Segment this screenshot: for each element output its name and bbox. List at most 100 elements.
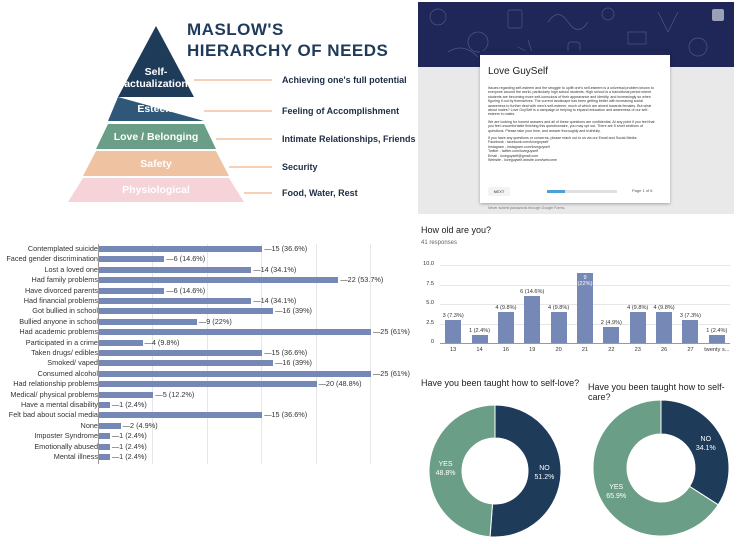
bar-category-label: Had relationship problems bbox=[13, 379, 98, 389]
bar bbox=[99, 360, 274, 367]
age-bar-chart: 0 2.5 5.0 7.5 10.0 3 (7.3%) 13 1 (2.4%) 14 4 (9.8… bbox=[420, 255, 737, 365]
bar bbox=[99, 443, 110, 450]
x-tick-label: 21 bbox=[581, 347, 589, 353]
bar-value-label: 6 (14.6%) bbox=[520, 289, 545, 296]
bar bbox=[99, 298, 252, 304]
bar-value-label: —15 (36.6%) bbox=[264, 410, 308, 420]
form-footer: Never submit passwords through Google Fo… bbox=[488, 206, 566, 210]
bar-value-label: 3 (7.3%) bbox=[679, 312, 702, 319]
bar-category-label: Consumed alcohol bbox=[37, 368, 98, 378]
bar-category-label: Got bullied in school bbox=[32, 306, 98, 316]
bar bbox=[99, 422, 121, 429]
need-esteem: Feeling of Accomplishment bbox=[282, 106, 400, 116]
bar-category-label: Have a mental disability bbox=[20, 400, 98, 409]
bar-category-label: Contemplated suicide bbox=[27, 244, 98, 253]
age-question-title: How old are you? bbox=[421, 225, 492, 235]
bar-value-label: —15 (36.6%) bbox=[264, 244, 308, 253]
donut-slice-label: YES 48.8% bbox=[435, 461, 456, 478]
donut-svg bbox=[592, 399, 730, 537]
description-paragraph: Issues regarding self-esteem and the str… bbox=[488, 86, 654, 117]
x-tick-label: 16 bbox=[502, 347, 510, 353]
x-tick-label: 19 bbox=[529, 347, 536, 353]
bar bbox=[99, 454, 110, 460]
bar bbox=[99, 287, 165, 294]
bar-value-label: —1 (2.4%) bbox=[111, 400, 147, 409]
bar-value-label: —14 (34.1%) bbox=[253, 296, 297, 305]
bar bbox=[99, 412, 263, 419]
bar-value-label: —22 (53.7%) bbox=[340, 275, 384, 285]
bar-value-label: 2 (4.9%) bbox=[600, 320, 622, 327]
bar-category-label: Had academic problems bbox=[19, 327, 98, 337]
bar-category-label: Smoked/ vaped bbox=[47, 358, 98, 368]
bar bbox=[99, 277, 339, 284]
y-tick-label: 2.5 bbox=[426, 319, 434, 326]
form-title: Love GuySelf bbox=[488, 66, 549, 77]
bar bbox=[99, 433, 110, 440]
bar-value-label: —15 (36.6%) bbox=[264, 348, 308, 357]
need-love-belonging: Intimate Relationships, Friends bbox=[282, 134, 416, 144]
y-tick-label: 7.5 bbox=[426, 280, 434, 287]
bar-category-label: Faced gender discrimination bbox=[6, 254, 98, 264]
maslow-title-line2: HIERARCHY OF NEEDS bbox=[187, 41, 389, 60]
need-self-actualization: Achieving one's full potential bbox=[282, 75, 407, 85]
bar bbox=[99, 256, 165, 263]
bar-value-label: 9 (22%) bbox=[577, 274, 593, 287]
form-card: Love GuySelf Issues regarding self-estee… bbox=[480, 51, 670, 203]
bar-category-label: Had family problems bbox=[31, 275, 98, 285]
bar-category-label: Imposter Syndrome bbox=[34, 431, 98, 441]
bar bbox=[99, 308, 274, 315]
selflove-donut-chart: NO 51.2% YES 48.8% bbox=[420, 395, 570, 544]
bar bbox=[497, 311, 514, 343]
maslow-title-line1: MASLOW'S bbox=[187, 20, 284, 39]
bar-category-label: Bullied anyone in school bbox=[19, 316, 98, 326]
bar-value-label: —25 (61%) bbox=[373, 327, 410, 337]
experiences-bar-chart: Contemplated suicide —15 (36.6%) Faced gen… bbox=[0, 238, 414, 544]
bar bbox=[99, 266, 252, 273]
next-button[interactable]: NEXT bbox=[488, 187, 510, 196]
x-tick-label: twenty s... bbox=[704, 347, 730, 353]
progress-fill bbox=[547, 190, 565, 193]
bar-value-label: —2 (4.9%) bbox=[122, 420, 158, 430]
level-label-line: Self- bbox=[144, 66, 168, 78]
contact-line[interactable]: Website - loveguyself.wixsite.com/welcom… bbox=[488, 158, 658, 162]
x-tick-label: 20 bbox=[555, 347, 562, 353]
form-description: Issues regarding self-esteem and the str… bbox=[488, 86, 658, 163]
grid-line bbox=[440, 343, 730, 344]
bar-value-label: —16 (39%) bbox=[275, 358, 312, 368]
bar-value-label: —4 (9.8%) bbox=[144, 337, 180, 347]
customize-theme-icon[interactable] bbox=[712, 9, 724, 21]
need-physiological: Food, Water, Rest bbox=[282, 188, 358, 198]
level-label-safety: Safety bbox=[140, 158, 172, 170]
card-accent-bar bbox=[480, 51, 670, 55]
bar-category-label: Medical/ physical problems bbox=[10, 389, 98, 399]
bar-category-label: Lost a loved one bbox=[44, 264, 98, 274]
level-label-esteem: Esteem bbox=[137, 103, 175, 115]
bar bbox=[99, 246, 263, 252]
progress-track bbox=[547, 190, 617, 193]
bar-value-label: 1 (2.4%) bbox=[706, 328, 728, 335]
bar-category-label: Have divorced parents bbox=[24, 285, 98, 295]
bar-value-label: —1 (2.4%) bbox=[111, 452, 147, 461]
bar bbox=[99, 350, 263, 356]
bar-value-label: —25 (61%) bbox=[373, 368, 410, 378]
bar bbox=[99, 381, 317, 388]
bar-value-label: —6 (14.6%) bbox=[166, 254, 206, 264]
bar-category-label: Felt bad about social media bbox=[8, 410, 98, 420]
bar bbox=[550, 311, 567, 343]
bar-value-label: —16 (39%) bbox=[275, 306, 312, 316]
bar bbox=[656, 311, 673, 343]
bar-category-label: Taken drugs/ edibles bbox=[31, 348, 98, 357]
bar-value-label: —1 (2.4%) bbox=[111, 431, 147, 441]
bar-value-label: 4 (9.8%) bbox=[653, 304, 675, 311]
selfcare-donut-chart: NO 34.1% YES 65.9% bbox=[585, 395, 737, 544]
x-tick-label: 13 bbox=[450, 347, 457, 353]
bar-value-label: 4 (9.8%) bbox=[548, 304, 570, 311]
x-tick-label: 23 bbox=[634, 347, 641, 353]
bar-category-label: Mental illness bbox=[53, 452, 98, 461]
level-label-line: actualization bbox=[124, 78, 188, 90]
bar bbox=[708, 335, 725, 343]
bar bbox=[99, 391, 154, 398]
donut-slice-label: YES 65.9% bbox=[606, 484, 627, 501]
grid-line bbox=[440, 265, 730, 266]
bar-value-label: 3 (7.3%) bbox=[442, 312, 464, 319]
